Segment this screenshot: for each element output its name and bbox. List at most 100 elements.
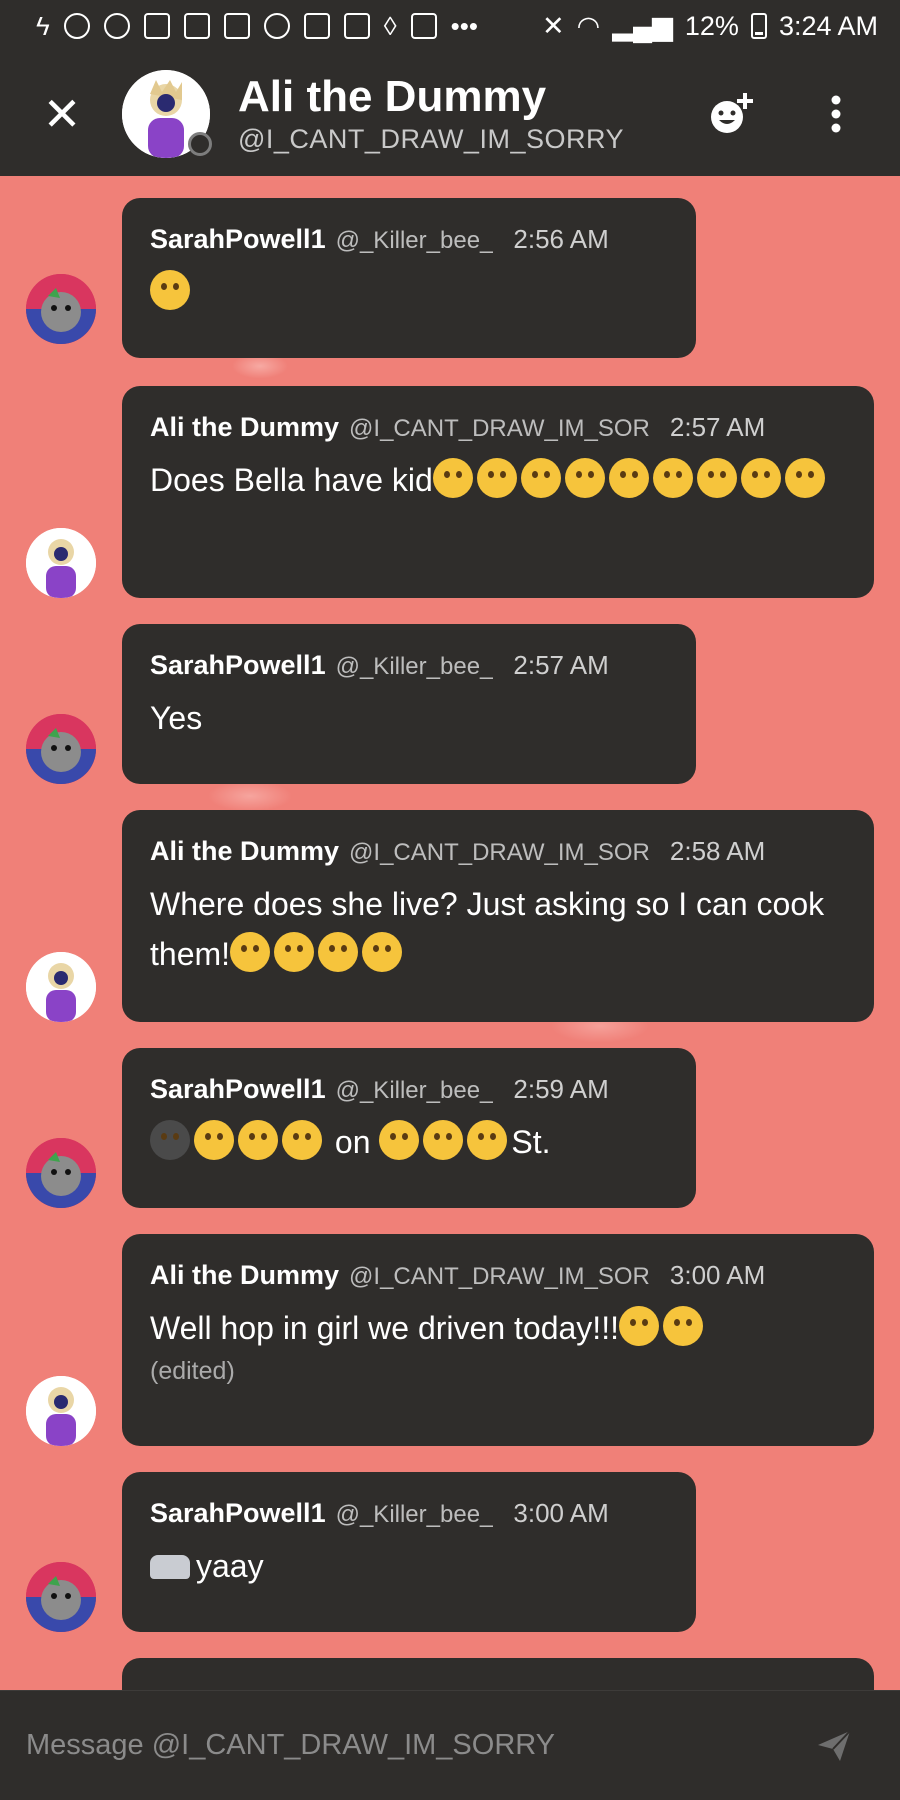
message-body: St.	[511, 1124, 551, 1160]
slight-smile-emoji-icon	[274, 932, 315, 972]
wifi-icon: ◠	[576, 10, 601, 41]
message-author[interactable]: Ali the Dummy	[150, 1260, 339, 1291]
message-handle: @_Killer_bee_	[335, 1077, 494, 1104]
message-bubble[interactable]: SarahPowell1 @_Killer_bee_ 3:00 AM yaay	[122, 1472, 696, 1632]
message-handle: @_Killer_bee_	[335, 653, 494, 680]
message-author[interactable]: SarahPowell1	[150, 1498, 326, 1529]
message-text: Yes	[150, 700, 203, 736]
status-bar: ϟ ◊ ••• ✕ ◠ ▂▄▆ 12% 3:24 AM	[0, 0, 900, 52]
add-friend-button[interactable]	[702, 84, 762, 144]
message-author[interactable]: Ali the Dummy	[150, 412, 339, 443]
message-time: 3:00 AM	[669, 1260, 766, 1290]
signal-icon: ▂▄▆	[612, 10, 673, 41]
avatar[interactable]	[26, 952, 96, 1022]
smirk-face-emoji-icon	[194, 1120, 234, 1160]
relieved-face-emoji-icon	[362, 932, 403, 972]
page-title: Ali the Dummy	[238, 72, 547, 121]
halo-face-emoji-icon	[520, 458, 561, 498]
slight-smile-emoji-icon	[662, 1306, 703, 1346]
message-time: 2:59 AM	[513, 1074, 609, 1104]
header-title: Ali the Dummy @I_CANT_DRAW_IM_SORRY	[238, 72, 702, 156]
message-body: yaay	[196, 1548, 264, 1584]
close-button[interactable]: ✕	[32, 84, 92, 144]
message-author[interactable]: SarahPowell1	[150, 1074, 326, 1105]
beaming-face-emoji-icon	[784, 458, 825, 498]
avatar[interactable]	[26, 274, 96, 344]
message-time: 2:57 AM	[513, 650, 609, 680]
hugging-face-emoji-icon	[423, 1120, 464, 1160]
more-notifications-icon: •••	[450, 11, 478, 41]
message-time: 3:00 AM	[513, 1498, 609, 1528]
car-emoji-icon	[150, 1555, 190, 1579]
message-input[interactable]	[26, 1729, 804, 1762]
notification-icons: ϟ ◊ •••	[36, 13, 542, 39]
message-text	[150, 267, 668, 317]
halo-face-emoji-icon	[432, 458, 473, 498]
message-author[interactable]: Ali the Dummy	[150, 836, 339, 867]
message-body: Well hop in girl we driven today!!!	[150, 1310, 619, 1346]
beaming-face-emoji-icon	[696, 458, 737, 498]
message-bubble[interactable]: Ali the Dummy @I_CANT_DRAW_IM_SOR 2:57 AM …	[122, 386, 874, 598]
news-icon	[410, 13, 437, 39]
message-bubble[interactable]: Ali the Dummy @I_CANT_DRAW_IM_SOR 2:58 AM …	[122, 810, 874, 1022]
message-handle: @I_CANT_DRAW_IM_SOR	[349, 1263, 650, 1290]
header-handle: @I_CANT_DRAW_IM_SORRY	[238, 124, 624, 154]
message-text: Does Bella have kid	[150, 455, 846, 505]
avatar[interactable]	[26, 714, 96, 784]
message-body: Does Bella have kid	[150, 462, 433, 498]
smiley-plus-icon	[711, 93, 753, 133]
hand-icon	[143, 13, 170, 39]
message-text: yaay	[150, 1541, 668, 1591]
squinting-tongue-emoji-icon	[618, 1306, 659, 1346]
grinning-face-emoji-icon	[652, 458, 693, 498]
battery-icon	[750, 13, 767, 39]
message-bubble[interactable]: SarahPowell1 @_Killer_bee_ 2:59 AM on St.	[122, 1048, 696, 1208]
message-author[interactable]: SarahPowell1	[150, 650, 326, 681]
message-bubble[interactable]: SarahPowell1 @_Killer_bee_ 2:56 AM	[122, 198, 696, 358]
news-icon	[223, 13, 250, 39]
send-icon	[818, 1729, 851, 1761]
message-body: on	[334, 1124, 371, 1160]
hugging-face-emoji-icon	[318, 932, 359, 972]
kebab-menu-icon	[831, 95, 841, 133]
new-moon-face-emoji-icon	[150, 1120, 190, 1160]
message-time: 2:56 AM	[513, 224, 609, 254]
kissing-face-emoji-icon	[379, 1120, 420, 1160]
message-bubble[interactable]: SarahPowell1 @_Killer_bee_ 2:57 AM Yes	[122, 624, 696, 784]
more-options-button[interactable]	[806, 84, 866, 144]
dm-header: ✕ Ali the Dummy @I_CANT_DRAW_IM_SORRY	[0, 52, 900, 176]
message-bubble[interactable]: Ali the Dummy @I_CANT_DRAW_IM_SOR 3:00 AM …	[122, 1234, 874, 1446]
smiling-face-emoji-icon	[467, 1120, 508, 1160]
news-icon	[183, 13, 210, 39]
message-time: 2:58 AM	[669, 836, 766, 866]
send-button[interactable]	[804, 1716, 864, 1776]
avatar[interactable]	[26, 528, 96, 598]
grinning-face-emoji-icon	[608, 458, 649, 498]
mute-icon: ✕	[542, 10, 565, 41]
smiling-face-emoji-icon	[150, 270, 190, 310]
status-indicator	[188, 132, 212, 156]
message-author[interactable]: SarahPowell1	[150, 224, 326, 255]
kissing-face-emoji-icon	[230, 932, 271, 972]
battery-percent: 12%	[684, 10, 739, 41]
message-text: Well hop in girl we driven today!!!	[150, 1303, 846, 1353]
message-text: Where does she live? Just asking so I ca…	[150, 879, 846, 979]
tiktok-icon	[103, 13, 130, 39]
image-icon	[303, 13, 330, 39]
message-text: on St.	[150, 1117, 668, 1167]
message-handle: @I_CANT_DRAW_IM_SOR	[349, 415, 650, 442]
ethereum-icon: ◊	[383, 11, 397, 41]
message-composer	[0, 1690, 900, 1800]
edited-label: (edited)	[150, 1357, 235, 1385]
video-icon	[343, 13, 370, 39]
avatar[interactable]	[26, 1138, 96, 1208]
grinning-face-emoji-icon	[564, 458, 605, 498]
avatar[interactable]	[26, 1562, 96, 1632]
beaming-face-emoji-icon	[740, 458, 781, 498]
message-bubble[interactable]	[122, 1658, 874, 1690]
yum-face-emoji-icon	[282, 1120, 322, 1160]
lightning-icon: ϟ	[36, 11, 50, 41]
system-icons: ✕ ◠ ▂▄▆ 12% 3:24 AM	[542, 11, 878, 42]
message-list[interactable]: SarahPowell1 @_Killer_bee_ 2:56 AM Ali the…	[0, 176, 900, 1690]
avatar[interactable]	[26, 1376, 96, 1446]
